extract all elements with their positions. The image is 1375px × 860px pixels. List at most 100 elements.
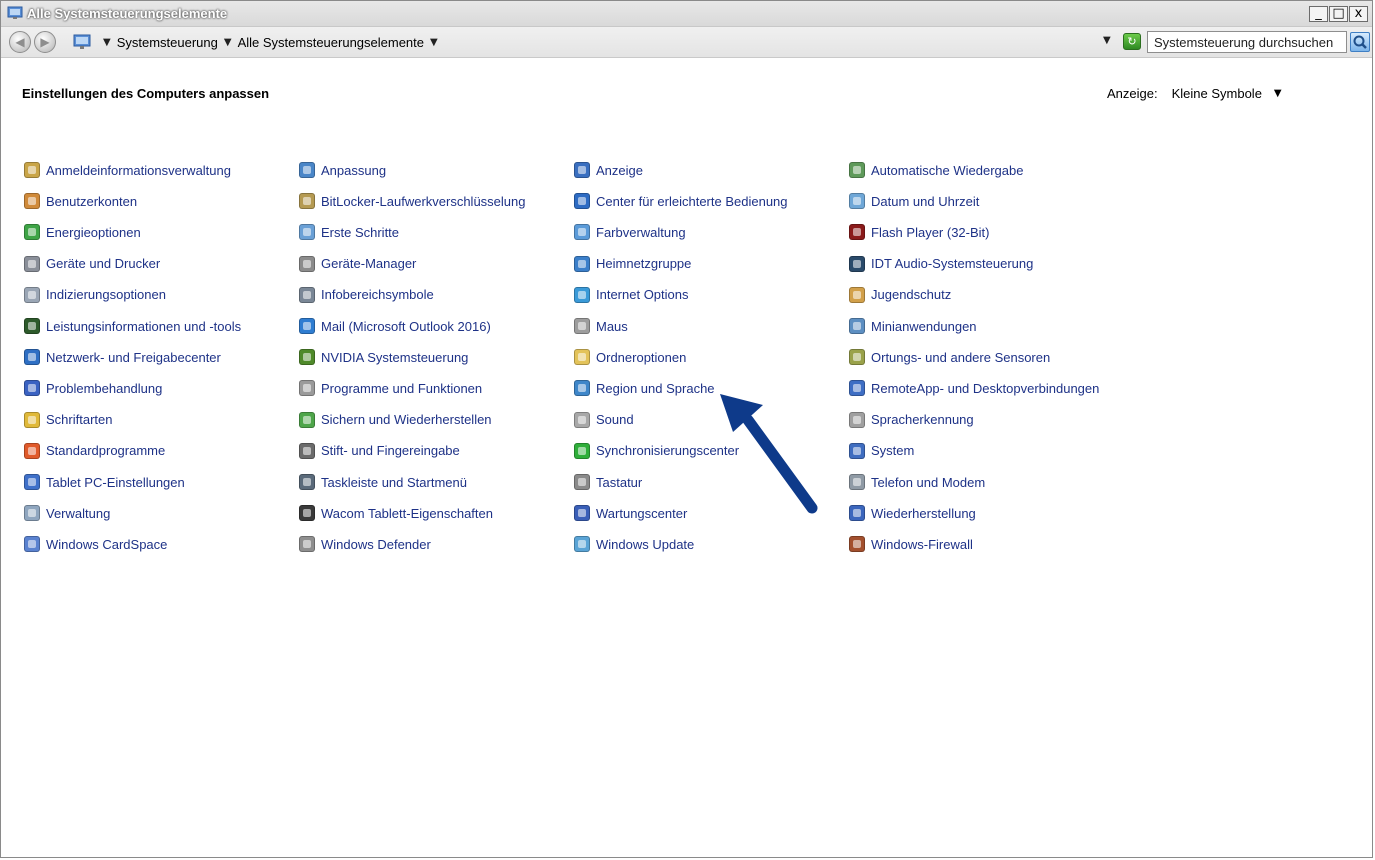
- control-panel-item-link[interactable]: Verwaltung: [46, 506, 110, 521]
- control-panel-item[interactable]: Indizierungsoptionen: [24, 285, 166, 305]
- chevron-down-icon[interactable]: ▼: [103, 37, 111, 48]
- search-input[interactable]: Systemsteuerung durchsuchen: [1147, 31, 1347, 53]
- control-panel-item[interactable]: Wartungscenter: [574, 503, 687, 523]
- control-panel-item-link[interactable]: Geräte-Manager: [321, 256, 416, 271]
- control-panel-item-link[interactable]: Tablet PC-Einstellungen: [46, 475, 185, 490]
- breadcrumb-item-all-items[interactable]: Alle Systemsteuerungselemente: [238, 35, 424, 50]
- control-panel-item-link[interactable]: Datum und Uhrzeit: [871, 194, 979, 209]
- close-button[interactable]: x: [1349, 6, 1368, 22]
- control-panel-item-link[interactable]: Leistungsinformationen und -tools: [46, 319, 241, 334]
- control-panel-item[interactable]: NVIDIA Systemsteuerung: [299, 347, 468, 367]
- control-panel-item-link[interactable]: Flash Player (32-Bit): [871, 225, 989, 240]
- control-panel-item-link[interactable]: Region und Sprache: [596, 381, 715, 396]
- control-panel-item-link[interactable]: IDT Audio-Systemsteuerung: [871, 256, 1033, 271]
- control-panel-item[interactable]: Minianwendungen: [849, 316, 977, 336]
- control-panel-item[interactable]: Center für erleichterte Bedienung: [574, 191, 788, 211]
- control-panel-item[interactable]: Netzwerk- und Freigabecenter: [24, 347, 221, 367]
- breadcrumb-item-systemsteuerung[interactable]: Systemsteuerung: [117, 35, 218, 50]
- control-panel-item-link[interactable]: Energieoptionen: [46, 225, 141, 240]
- maximize-button[interactable]: □: [1329, 6, 1348, 22]
- control-panel-item[interactable]: Problembehandlung: [24, 378, 162, 398]
- view-selector[interactable]: Anzeige: Kleine Symbole ▼: [1107, 86, 1282, 102]
- control-panel-item[interactable]: Datum und Uhrzeit: [849, 191, 979, 211]
- control-panel-item-link[interactable]: Wartungscenter: [596, 506, 687, 521]
- control-panel-item[interactable]: Ortungs- und andere Sensoren: [849, 347, 1050, 367]
- control-panel-item-link[interactable]: Spracherkennung: [871, 412, 974, 427]
- control-panel-item[interactable]: RemoteApp- und Desktopverbindungen: [849, 378, 1099, 398]
- chevron-down-icon[interactable]: ▼: [430, 37, 438, 48]
- control-panel-item-link[interactable]: Telefon und Modem: [871, 475, 985, 490]
- control-panel-item-link[interactable]: Standardprogramme: [46, 443, 165, 458]
- control-panel-item[interactable]: Taskleiste und Startmenü: [299, 472, 467, 492]
- refresh-button[interactable]: ↻: [1123, 33, 1141, 50]
- control-panel-item-link[interactable]: Erste Schritte: [321, 225, 399, 240]
- control-panel-item-link[interactable]: RemoteApp- und Desktopverbindungen: [871, 381, 1099, 396]
- control-panel-item[interactable]: Erste Schritte: [299, 222, 399, 242]
- control-panel-item[interactable]: Anmeldeinformationsverwaltung: [24, 160, 231, 180]
- control-panel-item-link[interactable]: Stift- und Fingereingabe: [321, 443, 460, 458]
- control-panel-item-link[interactable]: Geräte und Drucker: [46, 256, 160, 271]
- control-panel-item-link[interactable]: Internet Options: [596, 287, 689, 302]
- control-panel-item[interactable]: Verwaltung: [24, 503, 110, 523]
- control-panel-item[interactable]: Region und Sprache: [574, 378, 715, 398]
- control-panel-item-link[interactable]: Mail (Microsoft Outlook 2016): [321, 319, 491, 334]
- control-panel-item-link[interactable]: Netzwerk- und Freigabecenter: [46, 350, 221, 365]
- control-panel-item-link[interactable]: Anmeldeinformationsverwaltung: [46, 163, 231, 178]
- control-panel-item-link[interactable]: Windows CardSpace: [46, 537, 167, 552]
- control-panel-item-link[interactable]: Synchronisierungscenter: [596, 443, 739, 458]
- control-panel-item-link[interactable]: Anzeige: [596, 163, 643, 178]
- minimize-button[interactable]: _: [1309, 6, 1328, 22]
- control-panel-item[interactable]: Energieoptionen: [24, 222, 141, 242]
- control-panel-item[interactable]: Spracherkennung: [849, 410, 974, 430]
- control-panel-item[interactable]: Maus: [574, 316, 628, 336]
- control-panel-item[interactable]: Schriftarten: [24, 410, 112, 430]
- control-panel-item[interactable]: Stift- und Fingereingabe: [299, 441, 460, 461]
- control-panel-item-link[interactable]: Sichern und Wiederherstellen: [321, 412, 492, 427]
- control-panel-item[interactable]: Anzeige: [574, 160, 643, 180]
- control-panel-item[interactable]: Wiederherstellung: [849, 503, 976, 523]
- control-panel-item[interactable]: Windows-Firewall: [849, 534, 973, 554]
- control-panel-item-link[interactable]: BitLocker-Laufwerkverschlüsselung: [321, 194, 525, 209]
- chevron-down-icon[interactable]: ▼: [224, 37, 232, 48]
- control-panel-item-link[interactable]: Maus: [596, 319, 628, 334]
- control-panel-item[interactable]: Sichern und Wiederherstellen: [299, 410, 492, 430]
- control-panel-item-link[interactable]: Indizierungsoptionen: [46, 287, 166, 302]
- control-panel-item[interactable]: IDT Audio-Systemsteuerung: [849, 254, 1033, 274]
- control-panel-item[interactable]: Internet Options: [574, 285, 689, 305]
- control-panel-item-link[interactable]: Ortungs- und andere Sensoren: [871, 350, 1050, 365]
- control-panel-item[interactable]: Sound: [574, 410, 634, 430]
- control-panel-item[interactable]: Farbverwaltung: [574, 222, 686, 242]
- control-panel-item[interactable]: Infobereichsymbole: [299, 285, 434, 305]
- control-panel-item[interactable]: Jugendschutz: [849, 285, 951, 305]
- control-panel-item[interactable]: Windows Update: [574, 534, 694, 554]
- address-history-dropdown[interactable]: ▼: [1103, 35, 1111, 46]
- control-panel-item-link[interactable]: Infobereichsymbole: [321, 287, 434, 302]
- control-panel-item[interactable]: Windows Defender: [299, 534, 431, 554]
- control-panel-item-link[interactable]: Windows Update: [596, 537, 694, 552]
- control-panel-item[interactable]: Automatische Wiedergabe: [849, 160, 1023, 180]
- control-panel-item-link[interactable]: Schriftarten: [46, 412, 112, 427]
- control-panel-item-link[interactable]: Wiederherstellung: [871, 506, 976, 521]
- search-icon[interactable]: [1350, 32, 1370, 52]
- back-button[interactable]: ◀: [9, 31, 31, 53]
- control-panel-item[interactable]: Geräte-Manager: [299, 254, 416, 274]
- control-panel-item[interactable]: Standardprogramme: [24, 441, 165, 461]
- view-value[interactable]: Kleine Symbole: [1172, 86, 1262, 102]
- control-panel-item[interactable]: Mail (Microsoft Outlook 2016): [299, 316, 491, 336]
- control-panel-item[interactable]: BitLocker-Laufwerkverschlüsselung: [299, 191, 525, 211]
- control-panel-item-link[interactable]: Heimnetzgruppe: [596, 256, 691, 271]
- control-panel-item-link[interactable]: System: [871, 443, 914, 458]
- control-panel-item[interactable]: Tablet PC-Einstellungen: [24, 472, 185, 492]
- control-panel-item[interactable]: Wacom Tablett-Eigenschaften: [299, 503, 493, 523]
- control-panel-item[interactable]: Programme und Funktionen: [299, 378, 482, 398]
- control-panel-item[interactable]: Telefon und Modem: [849, 472, 985, 492]
- forward-button[interactable]: ▶: [34, 31, 56, 53]
- control-panel-item-link[interactable]: Tastatur: [596, 475, 642, 490]
- control-panel-item-link[interactable]: Jugendschutz: [871, 287, 951, 302]
- control-panel-item[interactable]: Heimnetzgruppe: [574, 254, 691, 274]
- control-panel-item-link[interactable]: Center für erleichterte Bedienung: [596, 194, 788, 209]
- control-panel-item-link[interactable]: Windows-Firewall: [871, 537, 973, 552]
- control-panel-item-link[interactable]: Ordneroptionen: [596, 350, 686, 365]
- control-panel-item[interactable]: Flash Player (32-Bit): [849, 222, 989, 242]
- control-panel-item-link[interactable]: Benutzerkonten: [46, 194, 137, 209]
